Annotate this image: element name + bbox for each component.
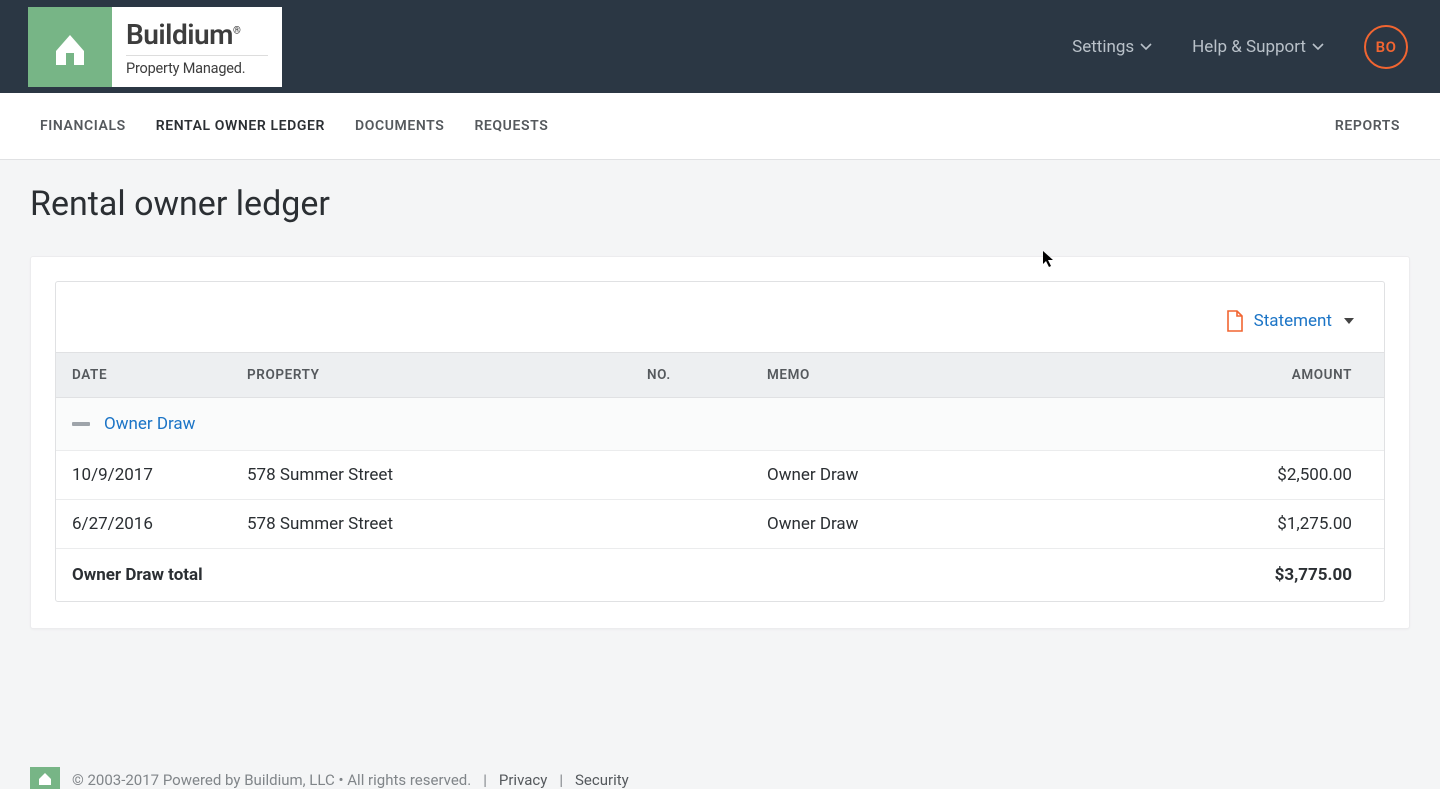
table-row: 6/27/2016 578 Summer Street Owner Draw $…: [56, 500, 1384, 549]
cell-date: 6/27/2016: [56, 500, 231, 549]
house-icon: [37, 770, 53, 786]
cell-amount: $2,500.00: [1154, 451, 1384, 500]
tab-nav-right: REPORTS: [1335, 96, 1400, 156]
help-menu[interactable]: Help & Support: [1192, 37, 1324, 57]
house-icon: [48, 25, 92, 69]
logo-mark: [28, 7, 112, 87]
chevron-down-icon: [1312, 43, 1324, 51]
group-label[interactable]: Owner Draw: [104, 414, 195, 434]
collapse-icon[interactable]: [72, 422, 90, 426]
total-row: Owner Draw total $3,775.00: [56, 549, 1384, 602]
caret-down-icon: [1344, 318, 1354, 324]
settings-menu[interactable]: Settings: [1072, 37, 1152, 57]
footer-security-link[interactable]: Security: [575, 771, 629, 789]
footer: © 2003-2017 Powered by Buildium, LLC • A…: [0, 763, 1440, 789]
footer-privacy-link[interactable]: Privacy: [499, 771, 547, 789]
page-title: Rental owner ledger: [0, 160, 1440, 234]
footer-logo: [30, 767, 60, 789]
ledger-panel: Statement DATE PROPERTY NO. MEMO AMOUNT: [55, 281, 1385, 602]
cell-amount: $1,275.00: [1154, 500, 1384, 549]
col-header-date[interactable]: DATE: [56, 353, 231, 398]
table-row: 10/9/2017 578 Summer Street Owner Draw $…: [56, 451, 1384, 500]
cell-no: [631, 500, 751, 549]
ledger-table: DATE PROPERTY NO. MEMO AMOUNT Owner Draw: [56, 352, 1384, 601]
cell-property: 578 Summer Street: [231, 451, 631, 500]
tab-nav-left: FINANCIALS RENTAL OWNER LEDGER DOCUMENTS…: [40, 96, 548, 156]
footer-copyright: © 2003-2017 Powered by Buildium, LLC • A…: [72, 771, 471, 789]
chevron-down-icon: [1140, 43, 1152, 51]
logo-text: Buildium® Property Managed.: [112, 7, 282, 87]
total-amount: $3,775.00: [1154, 549, 1384, 602]
brand-tagline: Property Managed.: [126, 55, 268, 77]
cell-memo: Owner Draw: [751, 500, 1154, 549]
statement-button[interactable]: Statement: [1226, 310, 1354, 332]
tab-reports[interactable]: REPORTS: [1335, 96, 1400, 156]
footer-sep: |: [559, 771, 563, 789]
ledger-card: Statement DATE PROPERTY NO. MEMO AMOUNT: [30, 256, 1410, 629]
settings-label: Settings: [1072, 37, 1134, 57]
tab-rental-owner-ledger[interactable]: RENTAL OWNER LEDGER: [156, 96, 325, 156]
statement-label: Statement: [1254, 311, 1332, 331]
tab-nav: FINANCIALS RENTAL OWNER LEDGER DOCUMENTS…: [0, 93, 1440, 160]
col-header-no[interactable]: NO.: [631, 353, 751, 398]
cell-property: 578 Summer Street: [231, 500, 631, 549]
tab-financials[interactable]: FINANCIALS: [40, 96, 126, 156]
cell-memo: Owner Draw: [751, 451, 1154, 500]
col-header-amount[interactable]: AMOUNT: [1154, 353, 1384, 398]
table-header-row: DATE PROPERTY NO. MEMO AMOUNT: [56, 353, 1384, 398]
top-header: Buildium® Property Managed. Settings Hel…: [0, 0, 1440, 93]
group-row: Owner Draw: [56, 398, 1384, 451]
cell-date: 10/9/2017: [56, 451, 231, 500]
registered-mark: ®: [233, 26, 240, 37]
footer-sep: |: [483, 771, 487, 789]
tab-documents[interactable]: DOCUMENTS: [355, 96, 444, 156]
topbar-right: Settings Help & Support BO: [1072, 25, 1408, 69]
brand-logo[interactable]: Buildium® Property Managed.: [28, 7, 282, 87]
cell-no: [631, 451, 751, 500]
tab-requests[interactable]: REQUESTS: [474, 96, 548, 156]
panel-toolbar: Statement: [56, 282, 1384, 352]
avatar[interactable]: BO: [1364, 25, 1408, 69]
col-header-memo[interactable]: MEMO: [751, 353, 1154, 398]
col-header-property[interactable]: PROPERTY: [231, 353, 631, 398]
document-icon: [1226, 310, 1244, 332]
total-label: Owner Draw total: [56, 549, 1154, 602]
help-label: Help & Support: [1192, 37, 1306, 57]
brand-name: Buildium: [126, 18, 233, 51]
